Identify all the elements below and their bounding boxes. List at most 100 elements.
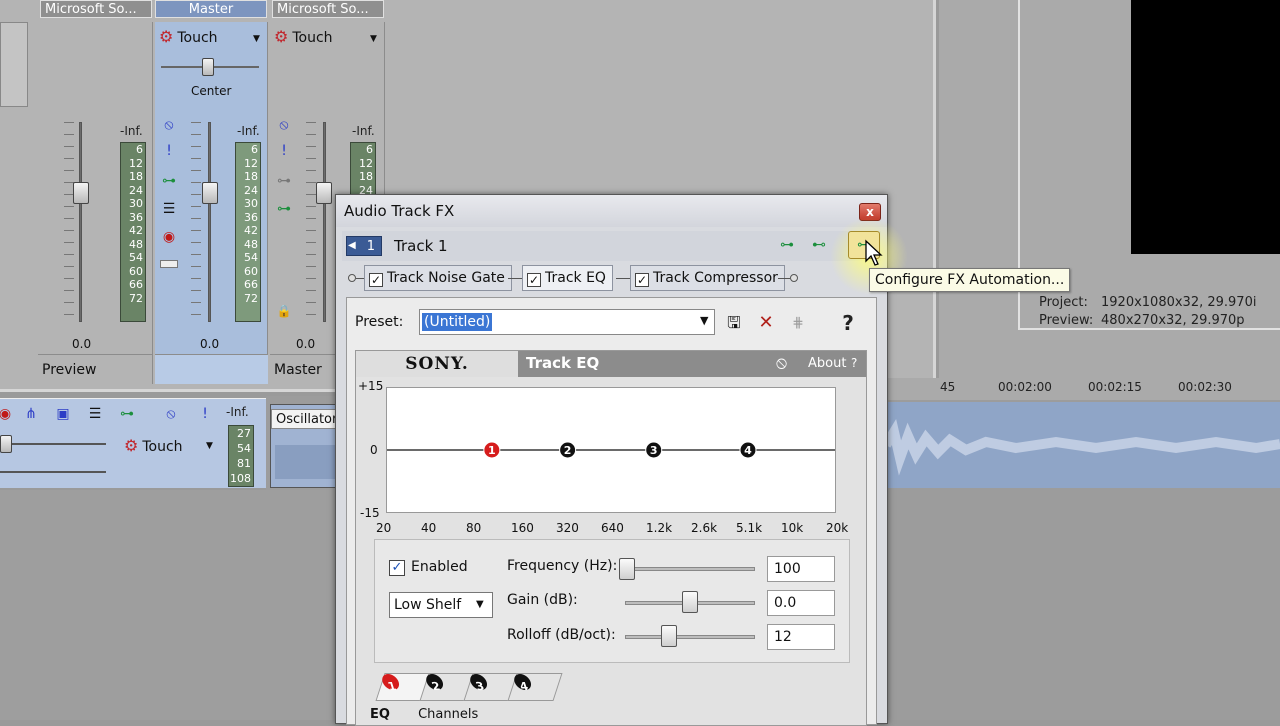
meter-tick: 24 (129, 183, 143, 197)
mute-icon[interactable]: ⦸ (160, 116, 178, 134)
plugin-track-noise-gate[interactable]: ✓ Track Noise Gate (364, 265, 512, 291)
about-link[interactable]: About (808, 356, 846, 371)
fader-scale (191, 122, 201, 322)
eq-band-marker-2[interactable]: 2 (559, 441, 577, 459)
timeline-ruler[interactable]: 45 00:02:00 00:02:15 00:02:30 (886, 378, 1280, 400)
audio-waveform-lane[interactable] (881, 402, 1280, 488)
meter-tick: 36 (129, 210, 143, 224)
fx-icon[interactable]: ⊶ (160, 172, 178, 190)
expand-icon[interactable]: ▣ (54, 405, 72, 423)
record-icon[interactable]: ◉ (160, 228, 178, 246)
eq-graph[interactable]: 1 2 3 4 (386, 387, 836, 513)
eq-band-marker-1[interactable]: 1 (483, 441, 501, 459)
project-info: Project: 1920x1080x32, 29.970i (1039, 295, 1256, 310)
help-button[interactable]: ? (837, 312, 859, 334)
rolloff-input[interactable]: 12 (767, 624, 835, 650)
chevron-down-icon[interactable]: ▼ (700, 314, 708, 327)
mute-icon[interactable]: ⦸ (162, 405, 180, 423)
peak-label: -Inf. (237, 124, 260, 138)
pan-label: Center (191, 84, 232, 98)
automation-mode[interactable]: ⚙ Touch (159, 27, 218, 46)
insert-slot-icon[interactable] (160, 260, 178, 268)
fx-bypass-icon[interactable]: ⊶ (275, 200, 293, 218)
solo-icon[interactable]: ! (160, 142, 178, 160)
strip-header-master-out[interactable]: Microsoft So... (272, 0, 384, 18)
chevron-down-icon[interactable]: ▼ (370, 34, 377, 44)
envelope-icon[interactable]: ☰ (86, 405, 104, 423)
strip-header-master[interactable]: Master (155, 0, 267, 18)
about-help[interactable]: ? (851, 356, 857, 370)
meter-tick: 54 (244, 251, 258, 264)
meter-tick: 66 (244, 278, 258, 291)
volume-fader[interactable] (202, 182, 218, 204)
gain-slider[interactable] (682, 591, 698, 613)
bypass-button[interactable]: ⋕ (787, 312, 809, 334)
automation-icon[interactable]: ⋔ (22, 405, 40, 423)
eq-curve: 1 2 3 4 (387, 441, 835, 459)
pan-slider[interactable] (202, 58, 214, 76)
track-name: Track 1 (394, 237, 448, 255)
x-tick-label: 2.6k (691, 521, 718, 535)
delete-preset-button[interactable]: ✕ (755, 312, 777, 334)
plugin-label: Track Noise Gate (387, 270, 505, 286)
automation-mode[interactable]: ⚙ Touch (274, 27, 333, 46)
plugin-header: SONY. Track EQ ⦸ About ? (356, 351, 866, 377)
gain-input[interactable]: 0.0 (767, 590, 835, 616)
meter-tick: 24 (244, 183, 258, 197)
eq-band-marker-4[interactable]: 4 (739, 441, 757, 459)
mute-icon[interactable]: ⦸ (275, 116, 293, 134)
enabled-label: Enabled (411, 559, 468, 575)
disable-icon[interactable]: ⦸ (776, 353, 787, 373)
video-preview[interactable] (1131, 0, 1280, 254)
automation-mode[interactable]: ⚙ Touch (124, 436, 183, 455)
lock-icon[interactable]: 🔒 (275, 302, 293, 320)
filter-shape-value: Low Shelf (394, 597, 462, 613)
x-tick-label: 20k (826, 521, 849, 535)
dialog-title[interactable]: Audio Track FX (336, 195, 887, 227)
fx-icon[interactable]: ⊶ (118, 405, 136, 423)
y-tick-label: 0 (370, 443, 378, 457)
fader-track (79, 122, 82, 322)
chevron-down-icon[interactable]: ▼ (206, 441, 213, 451)
band-tab-label: 1 (380, 674, 402, 693)
plugin-track-eq[interactable]: ✓ Track EQ (522, 265, 613, 291)
band-tab-4[interactable]: 4 (507, 673, 563, 701)
frequency-input[interactable]: 100 (767, 556, 835, 582)
strip-footer[interactable] (155, 354, 268, 384)
solo-icon[interactable]: ! (275, 142, 293, 160)
chevron-down-icon[interactable]: ▼ (253, 34, 260, 44)
x-tick-label: 80 (466, 521, 482, 535)
plugin-track-compressor[interactable]: ✓ Track Compressor (630, 265, 785, 291)
record-arm-icon[interactable]: ◉ (0, 405, 14, 423)
meter-tick: 60 (244, 264, 258, 278)
volume-fader[interactable] (73, 182, 89, 204)
volume-fader[interactable] (316, 182, 332, 204)
meter-tick: 36 (244, 210, 258, 224)
fx-automation-tooltip: Configure FX Automation... (869, 268, 1071, 292)
fx-icon[interactable]: ⊶ (275, 172, 293, 190)
save-preset-button[interactable]: 🖫 (723, 312, 745, 334)
rolloff-slider[interactable] (661, 625, 677, 647)
preset-dropdown[interactable]: (Untitled) ▼ (419, 309, 715, 335)
remove-plugin-icon[interactable]: ⊷ (810, 236, 828, 254)
x-tick-label: 1.2k (646, 521, 673, 535)
ruler-tick: 45 (940, 380, 956, 394)
chain-end-node (790, 274, 798, 282)
envelope-icon[interactable]: ☰ (160, 200, 178, 218)
plugin-chain-icon[interactable]: ⊶ (778, 236, 796, 254)
filter-shape-select[interactable]: Low Shelf ▼ (389, 592, 493, 618)
preview-info-label: Preview: (1039, 313, 1094, 328)
audio-clip[interactable]: Oscillator (270, 404, 341, 488)
enabled-checkbox[interactable]: ✓ (389, 560, 405, 576)
plugin-enable-checkbox[interactable]: ✓ (527, 273, 541, 287)
frequency-slider[interactable] (619, 558, 635, 580)
chevron-down-icon: ▼ (476, 599, 484, 610)
plugin-enable-checkbox[interactable]: ✓ (369, 273, 383, 287)
plugin-enable-checkbox[interactable]: ✓ (635, 273, 649, 287)
strip-footer[interactable]: Preview (38, 354, 153, 384)
meter-tick: 12 (129, 156, 143, 170)
strip-header-preview[interactable]: Microsoft So... (40, 0, 152, 18)
solo-icon[interactable]: ! (196, 405, 214, 423)
volume-slider[interactable] (0, 435, 12, 453)
eq-band-marker-3[interactable]: 3 (645, 441, 663, 459)
